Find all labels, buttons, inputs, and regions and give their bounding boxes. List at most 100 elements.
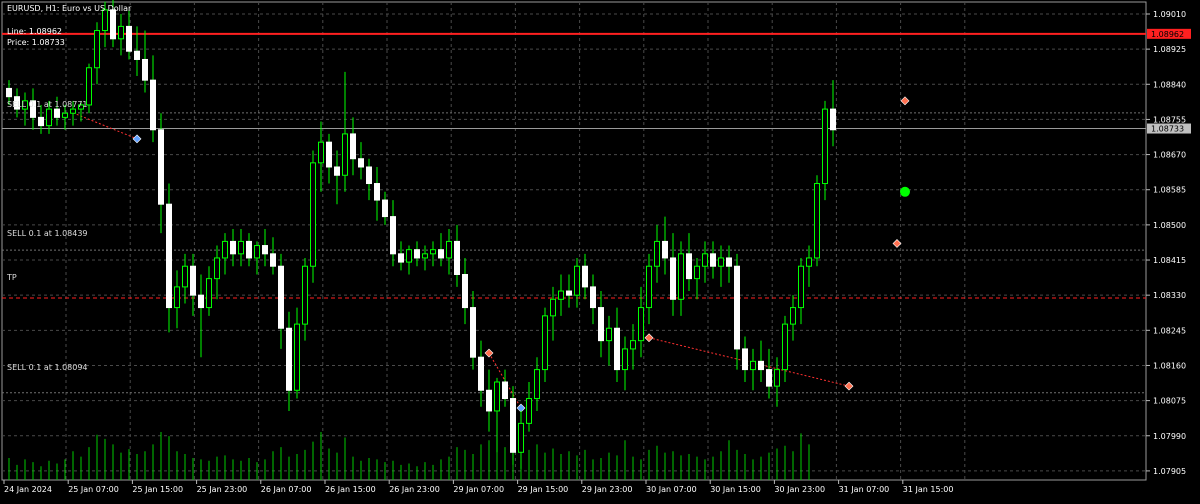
y-tick-label: 1.08330 [1153,291,1186,300]
candle-body [822,108,828,185]
y-tick-label: 1.08500 [1153,221,1186,230]
candle-body [414,249,420,259]
candle-body [142,58,148,81]
candle-body [510,398,516,453]
candle-body [454,240,460,275]
volume-histogram [8,432,810,480]
chart-title: EURUSD, H1: Euro vs US Dollar [7,4,132,13]
candle-body [686,253,692,280]
y-tick-label: 1.08585 [1153,186,1186,195]
candle-body [782,323,788,371]
candle-body [758,360,764,371]
candle-body [166,203,172,309]
candle-body [238,240,244,255]
candle-body [502,381,508,400]
x-tick-label: 25 Jan 07:00 [68,485,119,494]
candle-body [702,253,708,267]
candle-body [478,356,484,391]
candle-body [742,348,748,371]
candle-body [206,278,212,309]
trade-link-line [72,112,138,140]
x-tick-label: 25 Jan 15:00 [132,485,183,494]
candle-body [150,79,156,131]
x-tick-label: 30 Jan 15:00 [710,485,761,494]
candle-body [718,257,724,267]
current-price-text: 1.08733 [1151,125,1184,134]
candle-body [246,240,252,259]
candle-body [726,257,732,267]
candle-body [526,398,532,424]
candle-body [270,253,276,267]
candle-body [310,162,316,267]
x-tick-label: 26 Jan 07:00 [261,485,312,494]
tp-label[interactable]: TP [7,273,17,282]
candle-body [230,240,236,255]
y-tick-label: 1.08755 [1153,115,1186,124]
x-tick-label: 30 Jan 23:00 [774,485,825,494]
y-tick-label: 1.07990 [1153,432,1186,441]
candle-body [590,286,596,309]
y-tick-label: 1.08245 [1153,326,1186,335]
candle-body [662,240,668,259]
candle-body [622,348,628,371]
candle-body [94,30,100,69]
price-axis: 1.09010 1.08925 1.08840 1.08755 1.08670 1.085… [1146,10,1186,476]
red-line-price-text: 1.08962 [1151,30,1184,39]
y-tick-label: 1.08670 [1153,151,1186,160]
candle-body [374,183,380,201]
x-tick-label: 24 Jan 2024 [4,485,52,494]
candle-body [182,265,188,288]
candle-body [646,265,652,309]
plot-border [1,1,1147,481]
sell-label-2[interactable]: SELL 0.1 at 1.08439 [7,229,88,238]
y-tick-label: 1.07905 [1153,467,1186,476]
price-chart[interactable]: 1.08962 1.08733 1.09010 1.08925 1.08840 1.08… [0,0,1200,500]
y-tick-label: 1.08840 [1153,80,1186,89]
candle-body [582,265,588,288]
candle-body [6,87,12,98]
trade-arrow-icon [892,239,902,248]
candle-body [830,108,836,131]
candle-body [438,249,444,259]
candle-body [254,245,260,259]
candle-body [734,265,740,350]
candle-body [350,133,356,160]
chart-area[interactable]: 1.08962 1.08733 1.09010 1.08925 1.08840 1.08… [0,0,1200,500]
candle-body [486,389,492,412]
candle-body [294,323,300,391]
candle-body [406,249,412,263]
x-tick-label: 31 Jan 07:00 [839,485,890,494]
candle-body [430,249,436,255]
candle-body [470,307,476,358]
candle-body [278,265,284,329]
candle-body [70,108,76,114]
candle-body [654,240,660,267]
chart-grid [1,1,1147,481]
y-tick-label: 1.09010 [1153,10,1186,19]
candle-body [134,50,140,60]
candle-body [638,307,644,342]
candle-body [518,422,524,453]
candle-body [550,298,556,317]
x-tick-label: 29 Jan 15:00 [518,485,569,494]
candle-body [798,265,804,309]
candle-body [790,307,796,325]
candle-body [174,286,180,309]
trade-arrow-icon [900,96,910,106]
trade-arrow-icon [484,348,494,358]
candle-body [462,273,468,309]
candle-body [614,327,620,371]
candle-body [422,253,428,259]
candle-body [630,340,636,350]
candle-body [390,216,396,255]
x-tick-label: 29 Jan 07:00 [453,485,504,494]
candle-body [678,253,684,300]
sell-label-3[interactable]: SELL 0.1 at 1.08094 [7,363,88,372]
candle-body [774,369,780,387]
y-tick-label: 1.08925 [1153,45,1186,54]
sell-label-1[interactable]: SELL 0.1 at 1.08771 [7,100,88,109]
x-tick-label: 31 Jan 15:00 [903,485,954,494]
time-axis: 24 Jan 2024 25 Jan 07:00 25 Jan 15:00 25 Ja… [3,480,954,494]
candle-body [534,369,540,400]
candle-body [710,253,716,267]
